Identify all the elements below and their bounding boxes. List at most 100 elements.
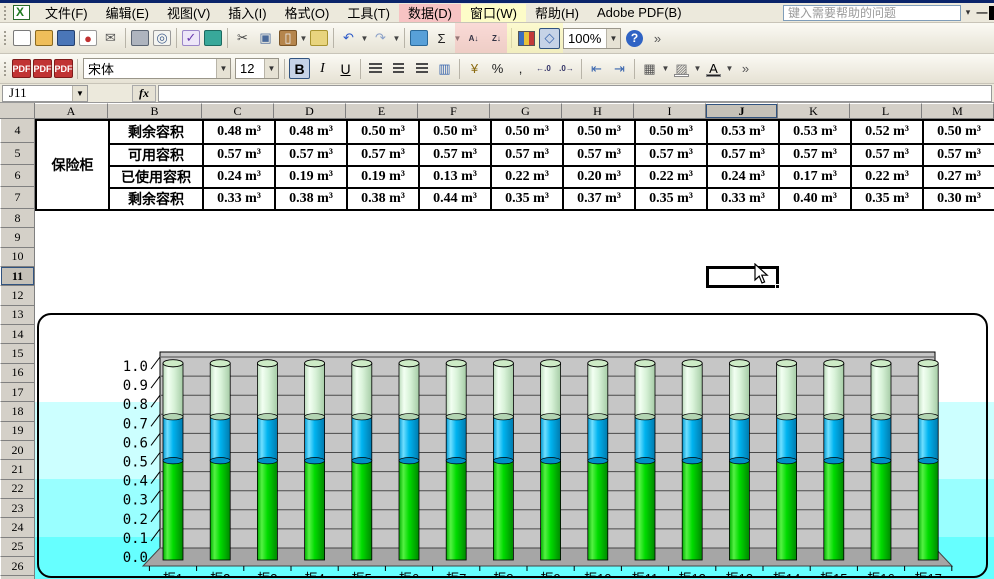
insert-hyperlink-icon[interactable] — [410, 30, 428, 46]
pdf-email-icon[interactable]: PDF — [33, 59, 52, 78]
data-cell-C4[interactable]: 0.48 m³ — [202, 119, 274, 143]
column-header-B[interactable]: B — [108, 103, 202, 119]
column-header-A[interactable]: A — [35, 103, 108, 119]
data-cell-K5[interactable]: 0.57 m³ — [778, 143, 850, 165]
fill-color-icon[interactable]: ▨ — [671, 58, 692, 79]
align-right-icon[interactable] — [411, 58, 432, 79]
menu-item[interactable]: 插入(I) — [219, 4, 275, 22]
copy-icon[interactable]: ▣ — [255, 28, 276, 49]
data-cell-H7[interactable]: 0.37 m³ — [562, 187, 634, 211]
data-cell-C7[interactable]: 0.33 m³ — [202, 187, 274, 211]
row-header-17[interactable]: 17 — [0, 382, 35, 403]
print-icon[interactable] — [131, 30, 149, 46]
font-size-combo[interactable]: 12 ▼ — [235, 58, 279, 79]
data-cell-K6[interactable]: 0.17 m³ — [778, 165, 850, 187]
data-cell-F5[interactable]: 0.57 m³ — [418, 143, 490, 165]
row-header-24[interactable]: 24 — [0, 518, 35, 538]
paste-icon[interactable]: ▯ — [279, 30, 297, 46]
cylinder-chart-object[interactable]: 0.0 0.1 0.2 0.3 0.4 0.5 0.6 0.7 0.8 0.9 1.0 柜1 柜2 柜3 柜… — [37, 313, 988, 578]
row-label-cell-B7[interactable]: 剩余容积 — [108, 187, 202, 211]
data-cell-L4[interactable]: 0.52 m³ — [850, 119, 922, 143]
data-cell-G5[interactable]: 0.57 m³ — [490, 143, 562, 165]
row-header-9[interactable]: 9 — [0, 228, 35, 248]
formula-input[interactable] — [158, 84, 992, 102]
menu-item[interactable]: Adobe PDF(B) — [588, 4, 691, 22]
row-header-4[interactable]: 4 — [0, 119, 35, 143]
row-header-15[interactable]: 15 — [0, 344, 35, 364]
mail-icon[interactable]: ✉ — [100, 28, 121, 49]
underline-button[interactable]: U — [335, 58, 356, 79]
fill-handle[interactable] — [775, 284, 780, 289]
drawing-icon[interactable]: ◇ — [539, 27, 560, 49]
toolbar-options-icon[interactable]: » — [735, 58, 756, 79]
row-header-7[interactable]: 7 — [0, 187, 35, 209]
row-header-5[interactable]: 5 — [0, 143, 35, 165]
chevron-down-icon[interactable]: ▼ — [693, 58, 702, 79]
toolbar-drag-handle-icon[interactable] — [3, 30, 8, 46]
menu-item[interactable]: 帮助(H) — [526, 4, 588, 22]
increase-indent-icon[interactable]: ⇥ — [609, 58, 630, 79]
data-cell-M4[interactable]: 0.50 m³ — [922, 119, 994, 143]
column-header-G[interactable]: G — [490, 103, 562, 119]
increase-decimal-icon[interactable]: ←.0 — [533, 58, 554, 79]
merge-center-icon[interactable]: ▥ — [434, 58, 455, 79]
data-cell-G6[interactable]: 0.22 m³ — [490, 165, 562, 187]
data-cell-E6[interactable]: 0.19 m³ — [346, 165, 418, 187]
menu-item[interactable]: 编辑(E) — [97, 4, 158, 22]
help-question-input[interactable]: 键入需要帮助的问题 — [783, 4, 961, 21]
row-label-cell-B6[interactable]: 已使用容积 — [108, 165, 202, 187]
column-header-K[interactable]: K — [778, 103, 850, 119]
merged-cell-A4-A7[interactable]: 保险柜 — [35, 119, 108, 211]
font-color-icon[interactable]: A — [703, 58, 724, 79]
help-icon[interactable]: ? — [624, 28, 645, 49]
menu-item[interactable]: 工具(T) — [338, 4, 399, 22]
font-name-combo[interactable]: 宋体 ▼ — [83, 58, 231, 79]
data-cell-H5[interactable]: 0.57 m³ — [562, 143, 634, 165]
percent-icon[interactable]: % — [487, 58, 508, 79]
align-center-icon[interactable] — [388, 58, 409, 79]
chevron-down-icon[interactable]: ▼ — [264, 59, 278, 78]
row-header-10[interactable]: 10 — [0, 247, 35, 267]
row-header-16[interactable]: 16 — [0, 363, 35, 383]
worksheet-grid[interactable]: ABCDEFGHIJKLM 4 5 6 7 8 9 10 11 12 13 14 15 16 17 18 19… — [0, 103, 994, 579]
data-cell-I7[interactable]: 0.35 m³ — [634, 187, 706, 211]
currency-icon[interactable]: ¥ — [464, 58, 485, 79]
new-document-icon[interactable] — [13, 30, 31, 46]
cut-icon[interactable]: ✂ — [232, 28, 253, 49]
pdf-convert-icon[interactable]: PDF — [12, 59, 31, 78]
data-cell-D7[interactable]: 0.38 m³ — [274, 187, 346, 211]
autosum-icon[interactable]: Σ — [431, 28, 452, 49]
data-cell-K4[interactable]: 0.53 m³ — [778, 119, 850, 143]
format-painter-icon[interactable] — [310, 30, 328, 46]
data-cell-M5[interactable]: 0.57 m³ — [922, 143, 994, 165]
data-cell-J5[interactable]: 0.57 m³ — [706, 143, 778, 165]
data-cell-K7[interactable]: 0.40 m³ — [778, 187, 850, 211]
select-all-corner[interactable] — [0, 103, 35, 119]
chevron-down-icon[interactable]: ▼ — [299, 28, 308, 49]
minimize-icon[interactable]: — — [975, 7, 989, 19]
data-cell-E5[interactable]: 0.57 m³ — [346, 143, 418, 165]
data-cell-E7[interactable]: 0.38 m³ — [346, 187, 418, 211]
data-cell-H6[interactable]: 0.20 m³ — [562, 165, 634, 187]
chevron-down-icon[interactable]: ▼ — [360, 28, 369, 49]
data-cell-C5[interactable]: 0.57 m³ — [202, 143, 274, 165]
open-folder-icon[interactable] — [35, 30, 53, 46]
data-cell-E4[interactable]: 0.50 m³ — [346, 119, 418, 143]
data-cell-D5[interactable]: 0.57 m³ — [274, 143, 346, 165]
column-header-H[interactable]: H — [562, 103, 634, 119]
print-preview-icon[interactable]: ◎ — [153, 30, 171, 46]
menu-item[interactable]: 格式(O) — [276, 4, 339, 22]
chevron-down-icon[interactable]: ▼ — [392, 28, 401, 49]
decrease-decimal-icon[interactable]: .0→ — [556, 58, 577, 79]
sort-ascending-icon[interactable]: A↓ — [463, 28, 484, 49]
menu-drag-handle-icon[interactable] — [3, 4, 8, 21]
row-header-19[interactable]: 19 — [0, 421, 35, 441]
column-header-M[interactable]: M — [922, 103, 994, 119]
data-cell-F7[interactable]: 0.44 m³ — [418, 187, 490, 211]
pdf-review-icon[interactable]: PDF — [54, 59, 73, 78]
menu-item[interactable]: 数据(D) — [398, 3, 462, 22]
row-header-12[interactable]: 12 — [0, 286, 35, 306]
insert-function-button[interactable]: fx — [132, 84, 156, 102]
chevron-down-icon[interactable]: ▼ — [661, 58, 670, 79]
save-icon[interactable] — [57, 30, 75, 46]
